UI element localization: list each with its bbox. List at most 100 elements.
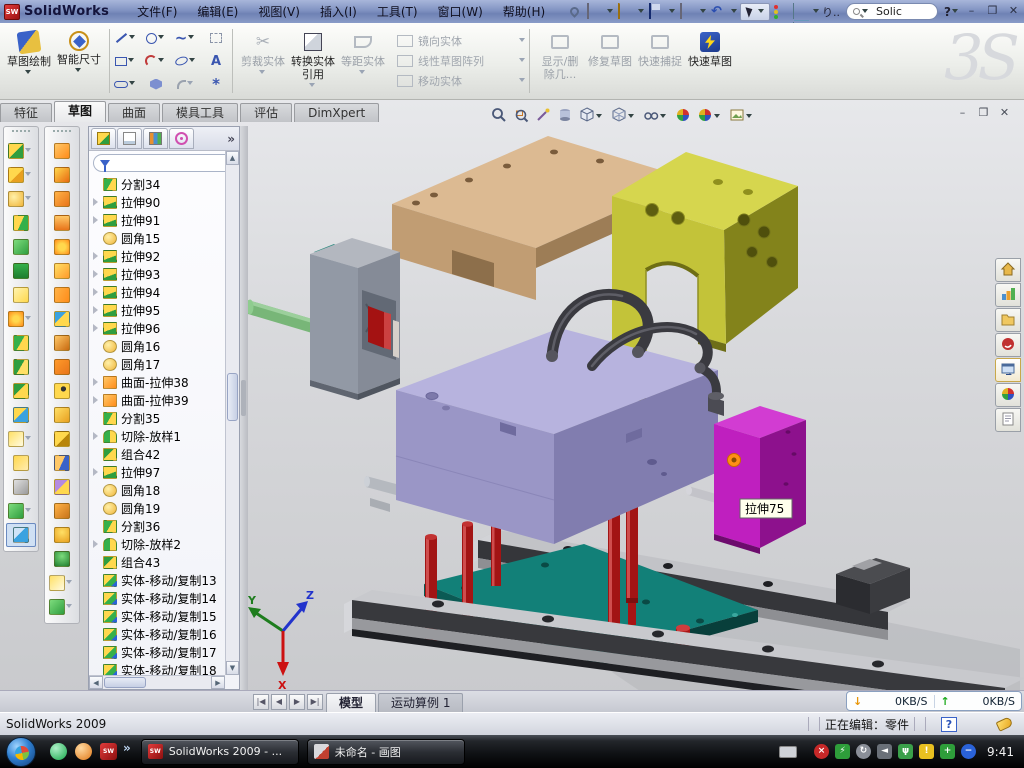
- tree-item-组合42[interactable]: 组合42: [93, 445, 225, 463]
- tree-item-拉伸92[interactable]: 拉伸92: [93, 247, 225, 265]
- tool-split[interactable]: [6, 331, 36, 355]
- expand-arrow-icon[interactable]: [93, 252, 103, 260]
- tool-trim-surface[interactable]: [47, 475, 77, 499]
- slot-tool[interactable]: [111, 73, 141, 96]
- expand-arrow-icon[interactable]: [93, 288, 103, 296]
- tree-item-拉伸95[interactable]: 拉伸95: [93, 301, 225, 319]
- hud-display-style[interactable]: [611, 107, 637, 126]
- scroll-left-button[interactable]: ◀: [89, 676, 103, 689]
- tool-swept-cut[interactable]: [6, 211, 36, 235]
- tree-vertical-scrollbar[interactable]: ▲ ▼: [225, 151, 239, 675]
- tray-sync-blocked[interactable]: −: [961, 744, 976, 759]
- tool-replace-face[interactable]: [47, 403, 77, 427]
- tool-reference-plane[interactable]: [6, 451, 36, 475]
- tree-item-实体-移动/复制14[interactable]: 实体-移动/复制14: [93, 589, 225, 607]
- tool-untrim-surface[interactable]: [47, 427, 77, 451]
- tab-dimxpert-manager[interactable]: [169, 128, 194, 149]
- search-input[interactable]: Solic: [876, 5, 902, 18]
- quicklaunch-solidworks-icon[interactable]: SW: [100, 743, 117, 760]
- button-快速草图[interactable]: 快速草图: [685, 27, 735, 95]
- button-智能尺寸[interactable]: 智能尺寸: [54, 27, 104, 95]
- tree-item-曲面-拉伸39[interactable]: 曲面-拉伸39: [93, 391, 225, 409]
- tab-DimXpert[interactable]: DimXpert: [294, 103, 379, 122]
- tab-特征[interactable]: 特征: [0, 103, 52, 122]
- menu-帮助(H)[interactable]: 帮助(H): [493, 3, 555, 21]
- toolbar-drag-handle[interactable]: [12, 130, 30, 136]
- circle-tool[interactable]: [141, 27, 171, 50]
- tab-feature-manager[interactable]: [91, 128, 116, 149]
- tool-reference-point[interactable]: [6, 427, 36, 451]
- search-box[interactable]: Solic: [846, 3, 938, 20]
- tool-curve[interactable]: [6, 499, 36, 523]
- first-tab-button[interactable]: |◀: [253, 694, 269, 710]
- expand-arrow-icon[interactable]: [93, 198, 103, 206]
- sketch-fillet-tool[interactable]: [171, 73, 201, 96]
- hud-view-orientation[interactable]: [579, 107, 605, 126]
- tree-item-曲面-拉伸38[interactable]: 曲面-拉伸38: [93, 373, 225, 391]
- tree-item-拉伸90[interactable]: 拉伸90: [93, 193, 225, 211]
- expand-arrow-icon[interactable]: [93, 378, 103, 386]
- options-dropdown[interactable]: [813, 9, 819, 13]
- tool-curve-tool[interactable]: [47, 595, 77, 619]
- tree-item-切除-放样1[interactable]: 切除-放样1: [93, 427, 225, 445]
- tool-surface-flatten[interactable]: [47, 499, 77, 523]
- tool-instant3d[interactable]: [6, 523, 36, 547]
- tool-extruded-cut[interactable]: [6, 139, 36, 163]
- doc-tab-运动算例 1[interactable]: 运动算例 1: [378, 693, 463, 712]
- tree-item-分割34[interactable]: 分割34: [93, 175, 225, 193]
- tray-warning[interactable]: !: [919, 744, 934, 759]
- tree-item-切除-放样2[interactable]: 切除-放样2: [93, 535, 225, 553]
- hud-zoom-to-fit[interactable]: [491, 107, 507, 126]
- taskpane-view-palette[interactable]: [995, 358, 1021, 382]
- menu-视图(V)[interactable]: 视图(V): [248, 3, 310, 21]
- menu-窗口(W)[interactable]: 窗口(W): [428, 3, 493, 21]
- tray-volume[interactable]: ◄: [877, 744, 892, 759]
- hud-previous-view[interactable]: [535, 107, 551, 126]
- hud-apply-scene[interactable]: [697, 107, 723, 126]
- tray-security-off[interactable]: ×: [814, 744, 829, 759]
- hud-view-settings[interactable]: [729, 107, 755, 126]
- tool-shell[interactable]: [6, 235, 36, 259]
- tool-revolve-surface[interactable]: [47, 163, 77, 187]
- menu-编辑(E)[interactable]: 编辑(E): [187, 3, 248, 21]
- hud-edit-appearance[interactable]: [675, 107, 691, 126]
- tab-曲面[interactable]: 曲面: [108, 103, 160, 122]
- taskpane-design-library[interactable]: [995, 283, 1021, 307]
- tab-configuration-manager[interactable]: [143, 128, 168, 149]
- line-tool[interactable]: [111, 27, 141, 50]
- expand-arrow-icon[interactable]: [93, 306, 103, 314]
- tool-linear-pattern[interactable]: [6, 307, 36, 331]
- tree-item-实体-移动/复制13[interactable]: 实体-移动/复制13: [93, 571, 225, 589]
- scroll-up-button[interactable]: ▲: [226, 151, 239, 165]
- connector-pin[interactable]: [686, 486, 716, 503]
- close-button[interactable]: ✕: [1005, 4, 1022, 19]
- spline-tool[interactable]: ~: [171, 27, 201, 50]
- tab-草图[interactable]: 草图: [54, 101, 106, 122]
- tree-item-圆角15[interactable]: 圆角15: [93, 229, 225, 247]
- tree-item-拉伸94[interactable]: 拉伸94: [93, 283, 225, 301]
- restore-button[interactable]: ❐: [984, 4, 1001, 19]
- quicklaunch-messenger-icon[interactable]: [50, 743, 67, 760]
- magenta-block[interactable]: [714, 406, 806, 554]
- tool-split-body[interactable]: [6, 355, 36, 379]
- scroll-down-button[interactable]: ▼: [226, 661, 239, 675]
- new-document-icon[interactable]: [587, 3, 589, 19]
- expand-arrow-icon[interactable]: [93, 540, 103, 548]
- tool-fillet[interactable]: [6, 187, 36, 211]
- tree-item-实体-移动/复制15[interactable]: 实体-移动/复制15: [93, 607, 225, 625]
- menu-插入(I)[interactable]: 插入(I): [310, 3, 367, 21]
- tray-shield-power[interactable]: ⚡: [835, 744, 850, 759]
- 3d-model-exploded-view[interactable]: Y Z X 拉伸75: [248, 104, 1024, 695]
- tags-icon[interactable]: [996, 716, 1014, 731]
- tree-item-分割36[interactable]: 分割36: [93, 517, 225, 535]
- toolbar-overflow-label[interactable]: り..: [822, 4, 840, 20]
- button-草图绘制[interactable]: 草图绘制: [4, 27, 54, 95]
- tool-combine[interactable]: [6, 379, 36, 403]
- tool-point-tool[interactable]: [47, 571, 77, 595]
- save-icon[interactable]: [649, 3, 651, 19]
- minimize-button[interactable]: –: [963, 4, 980, 19]
- print-dropdown[interactable]: [700, 9, 706, 13]
- doc-restore-button[interactable]: ❐: [975, 106, 992, 121]
- tool-sweep-ring[interactable]: [47, 187, 77, 211]
- tool-knit-surface[interactable]: [47, 307, 77, 331]
